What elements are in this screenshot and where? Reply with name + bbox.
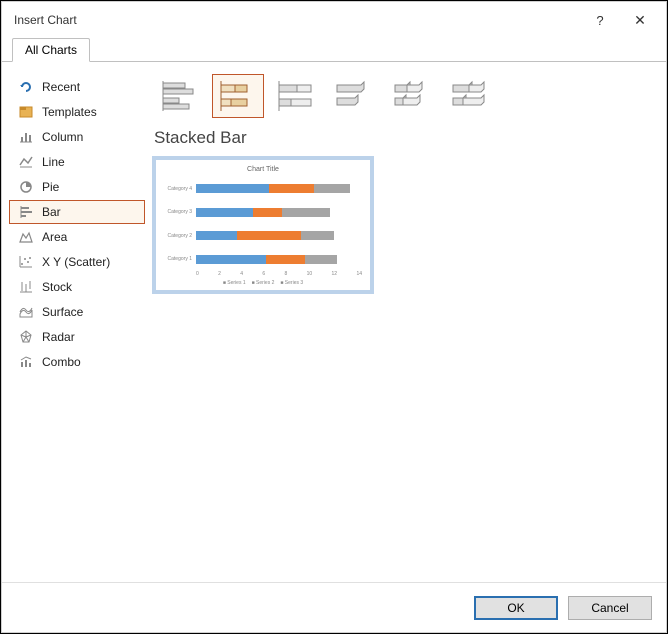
line-icon: [18, 154, 34, 170]
sidebar-item-label: Recent: [42, 80, 80, 94]
sidebar-item-column[interactable]: Column: [10, 125, 144, 149]
dialog-footer: OK Cancel: [2, 582, 666, 632]
chart-category-sidebar: Recent Templates Column Line Pie Bar: [2, 70, 152, 574]
radar-icon: [18, 329, 34, 345]
preview-row: Category 1: [164, 252, 358, 266]
sidebar-item-label: Templates: [42, 105, 97, 119]
area-icon: [18, 229, 34, 245]
close-button[interactable]: ✕: [620, 5, 660, 35]
sidebar-item-radar[interactable]: Radar: [10, 325, 144, 349]
sidebar-item-label: Column: [42, 130, 83, 144]
sidebar-item-label: Area: [42, 230, 67, 244]
preview-row: Category 2: [164, 229, 358, 243]
scatter-icon: [18, 254, 34, 270]
column-icon: [18, 129, 34, 145]
combo-icon: [18, 354, 34, 370]
pie-icon: [18, 179, 34, 195]
sidebar-item-templates[interactable]: Templates: [10, 100, 144, 124]
sidebar-item-label: Combo: [42, 355, 81, 369]
recent-icon: [18, 79, 34, 95]
sidebar-item-area[interactable]: Area: [10, 225, 144, 249]
preview-axis: 02468101214: [164, 271, 362, 277]
preview-rows: Category 4 Category 3 Category 2 Categor…: [164, 177, 362, 271]
sidebar-item-label: Line: [42, 155, 65, 169]
subtype-heading: Stacked Bar: [152, 128, 658, 156]
sidebar-item-line[interactable]: Line: [10, 150, 144, 174]
sidebar-item-pie[interactable]: Pie: [10, 175, 144, 199]
titlebar: Insert Chart ? ✕: [2, 2, 666, 38]
tab-row: All Charts: [2, 38, 666, 62]
cancel-button[interactable]: Cancel: [568, 596, 652, 620]
main-panel: Stacked Bar Chart Title Category 4 Categ…: [152, 70, 658, 574]
preview-row: Category 3: [164, 205, 358, 219]
sidebar-item-bar[interactable]: Bar: [9, 200, 145, 224]
tab-all-charts[interactable]: All Charts: [12, 38, 90, 62]
sidebar-item-recent[interactable]: Recent: [10, 75, 144, 99]
sidebar-item-label: Bar: [42, 205, 61, 219]
surface-icon: [18, 304, 34, 320]
ok-button[interactable]: OK: [474, 596, 558, 620]
subtype-percent-stacked-bar-3d[interactable]: [444, 74, 496, 118]
dialog-title: Insert Chart: [14, 13, 580, 27]
sidebar-item-scatter[interactable]: X Y (Scatter): [10, 250, 144, 274]
subtype-clustered-bar[interactable]: [154, 74, 206, 118]
subtype-stacked-bar[interactable]: [212, 74, 264, 118]
preview-title: Chart Title: [164, 166, 362, 173]
bar-icon: [18, 204, 34, 220]
dialog-body: Recent Templates Column Line Pie Bar: [2, 62, 666, 582]
subtype-percent-stacked-bar[interactable]: [270, 74, 322, 118]
sidebar-item-label: Surface: [42, 305, 83, 319]
preview-row: Category 4: [164, 182, 358, 196]
sidebar-item-label: X Y (Scatter): [42, 255, 110, 269]
stock-icon: [18, 279, 34, 295]
templates-icon: [18, 104, 34, 120]
sidebar-item-combo[interactable]: Combo: [10, 350, 144, 374]
help-icon: ?: [596, 13, 603, 28]
subtype-row: [152, 70, 658, 128]
preview-legend: Series 1Series 2Series 3: [164, 280, 362, 286]
sidebar-item-surface[interactable]: Surface: [10, 300, 144, 324]
help-button[interactable]: ?: [580, 5, 620, 35]
sidebar-item-stock[interactable]: Stock: [10, 275, 144, 299]
subtype-stacked-bar-3d[interactable]: [386, 74, 438, 118]
insert-chart-dialog: Insert Chart ? ✕ All Charts Recent Templ…: [1, 1, 667, 633]
sidebar-item-label: Radar: [42, 330, 75, 344]
sidebar-item-label: Stock: [42, 280, 72, 294]
close-icon: ✕: [634, 12, 646, 29]
chart-preview[interactable]: Chart Title Category 4 Category 3 Catego…: [152, 156, 374, 294]
sidebar-item-label: Pie: [42, 180, 59, 194]
subtype-clustered-bar-3d[interactable]: [328, 74, 380, 118]
